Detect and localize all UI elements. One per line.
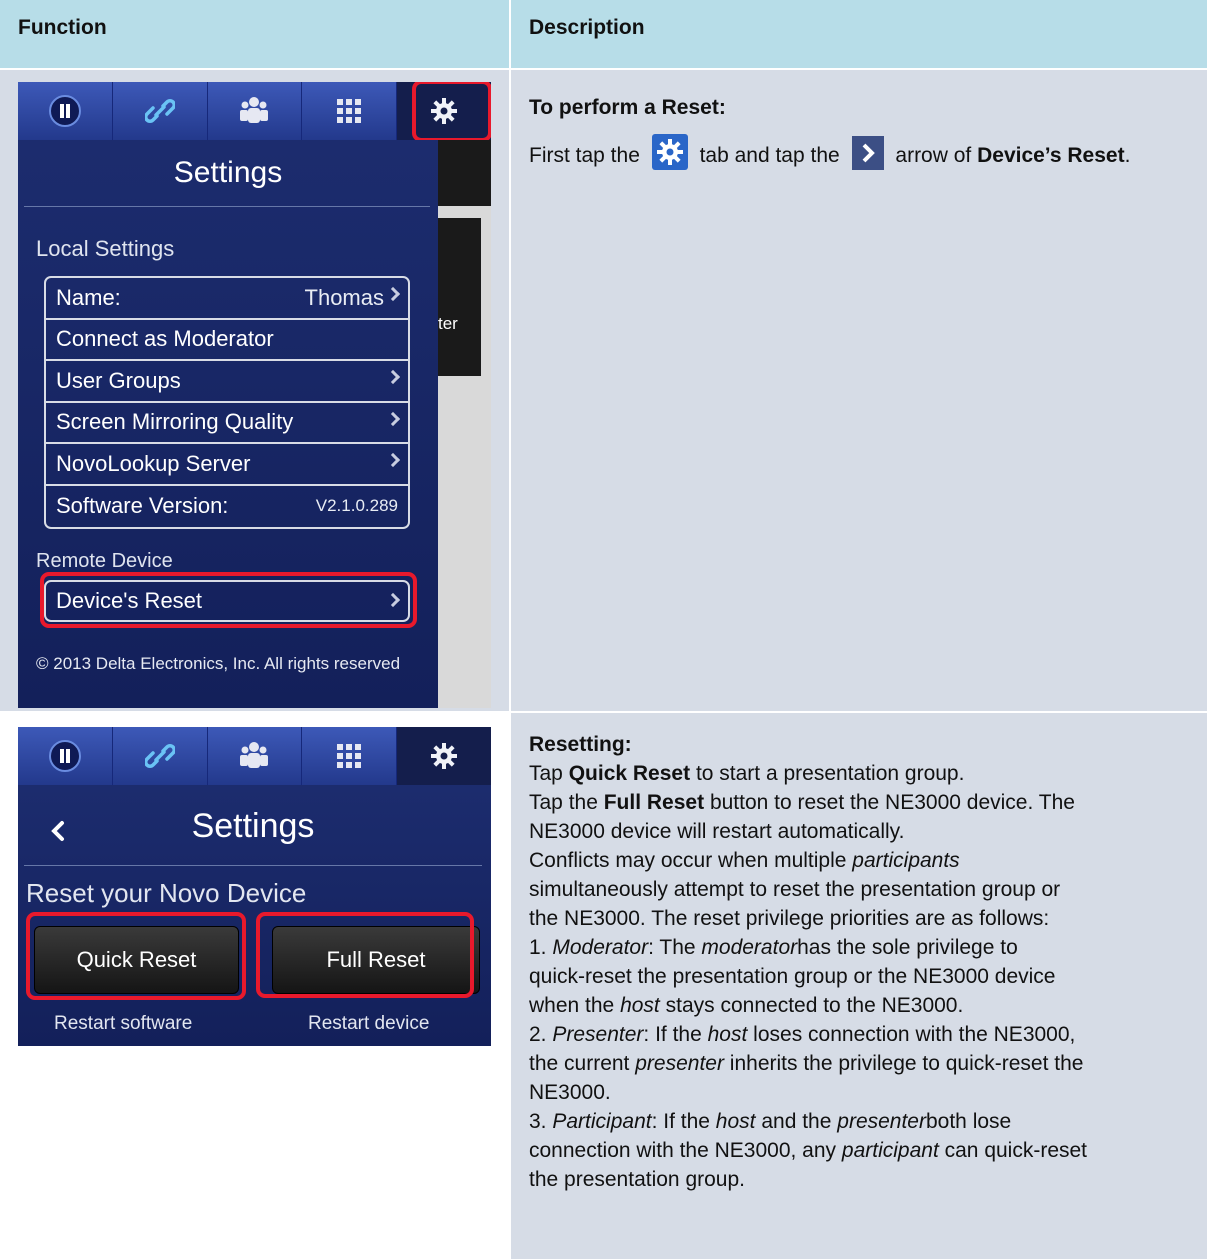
setting-name[interactable]: Name: Thomas <box>46 278 408 320</box>
tab-settings[interactable] <box>397 727 491 785</box>
back-chevron-icon[interactable] <box>50 819 66 843</box>
tab-grid[interactable] <box>302 82 398 140</box>
tab-grid[interactable] <box>302 727 398 785</box>
settings-title: Settings <box>173 156 283 189</box>
chevron-right-icon <box>385 369 401 385</box>
tab-pause[interactable] <box>18 727 113 785</box>
gear-icon <box>431 743 458 769</box>
row2-description: Resetting: Tap Quick Reset to start a pr… <box>529 733 1088 1191</box>
chevron-right-icon <box>851 136 884 170</box>
link-icon <box>144 744 175 768</box>
restart-device-label: Restart device <box>308 1013 430 1034</box>
app-tab-bar <box>18 727 491 785</box>
background-area: ter <box>438 140 491 708</box>
setting-connect-moderator[interactable]: Connect as Moderator <box>46 320 408 361</box>
setting-novolookup-server[interactable]: NovoLookup Server <box>46 444 408 486</box>
chevron-right-icon <box>385 286 401 302</box>
copyright: © 2013 Delta Electronics, Inc. All right… <box>36 654 401 673</box>
users-icon <box>240 97 269 123</box>
header-description: Description <box>529 16 645 39</box>
grid-icon <box>337 744 362 768</box>
title-divider <box>24 865 482 866</box>
header-function: Function <box>18 16 107 39</box>
pause-icon <box>48 95 81 127</box>
setting-software-version: Software Version: V2.1.0.289 <box>56 493 398 519</box>
tab-users[interactable] <box>208 82 303 140</box>
settings-panel: Settings Local Settings Name: Thomas Con… <box>18 140 438 708</box>
header-function-cell: Function <box>0 0 509 68</box>
local-settings-list: Name: Thomas Connect as Moderator User G… <box>44 276 410 529</box>
setting-mirroring-quality[interactable]: Screen Mirroring Quality <box>46 403 408 444</box>
gear-icon <box>651 134 688 170</box>
row1-description: To perform a Reset: First tap the tab an… <box>529 93 1191 171</box>
quick-reset-highlight <box>26 912 246 1000</box>
link-icon <box>144 99 175 123</box>
side-fragment: ter <box>438 314 458 333</box>
chevron-right-icon <box>385 411 401 426</box>
remote-device-label: Remote Device <box>36 550 173 572</box>
full-reset-highlight <box>256 912 474 998</box>
tab-link[interactable] <box>113 727 208 785</box>
title-divider <box>24 206 430 207</box>
resetting-heading: Resetting: <box>529 733 632 756</box>
setting-user-groups[interactable]: User Groups <box>46 361 408 403</box>
settings-screenshot: ter Settings Local Settings Name: Thomas… <box>18 82 491 708</box>
restart-software-label: Restart software <box>54 1013 193 1034</box>
users-icon <box>240 742 269 768</box>
device-reset-term: Device’s Reset <box>977 144 1125 167</box>
reset-heading: To perform a Reset: <box>529 96 726 119</box>
reset-screenshot: Settings Reset your Novo Device Quick Re… <box>18 727 491 1046</box>
tab-link[interactable] <box>113 82 208 140</box>
tab-pause[interactable] <box>18 82 113 140</box>
tab-users[interactable] <box>208 727 303 785</box>
pause-icon <box>48 740 81 772</box>
grid-icon <box>337 99 362 123</box>
header-description-cell: Description <box>511 0 1207 68</box>
settings-title: Settings <box>191 807 315 845</box>
settings-tab-highlight <box>412 82 491 142</box>
reset-panel: Settings Reset your Novo Device Quick Re… <box>18 785 491 1046</box>
version-value: V2.1.0.289 <box>315 496 398 516</box>
document-page: Function Description ter Settings Local … <box>0 0 1207 1259</box>
reset-subtitle: Reset your Novo Device <box>26 878 307 908</box>
local-settings-label: Local Settings <box>36 236 175 261</box>
name-value: Thomas <box>304 284 384 310</box>
chevron-right-icon <box>385 452 401 468</box>
device-reset-highlight <box>40 572 417 628</box>
